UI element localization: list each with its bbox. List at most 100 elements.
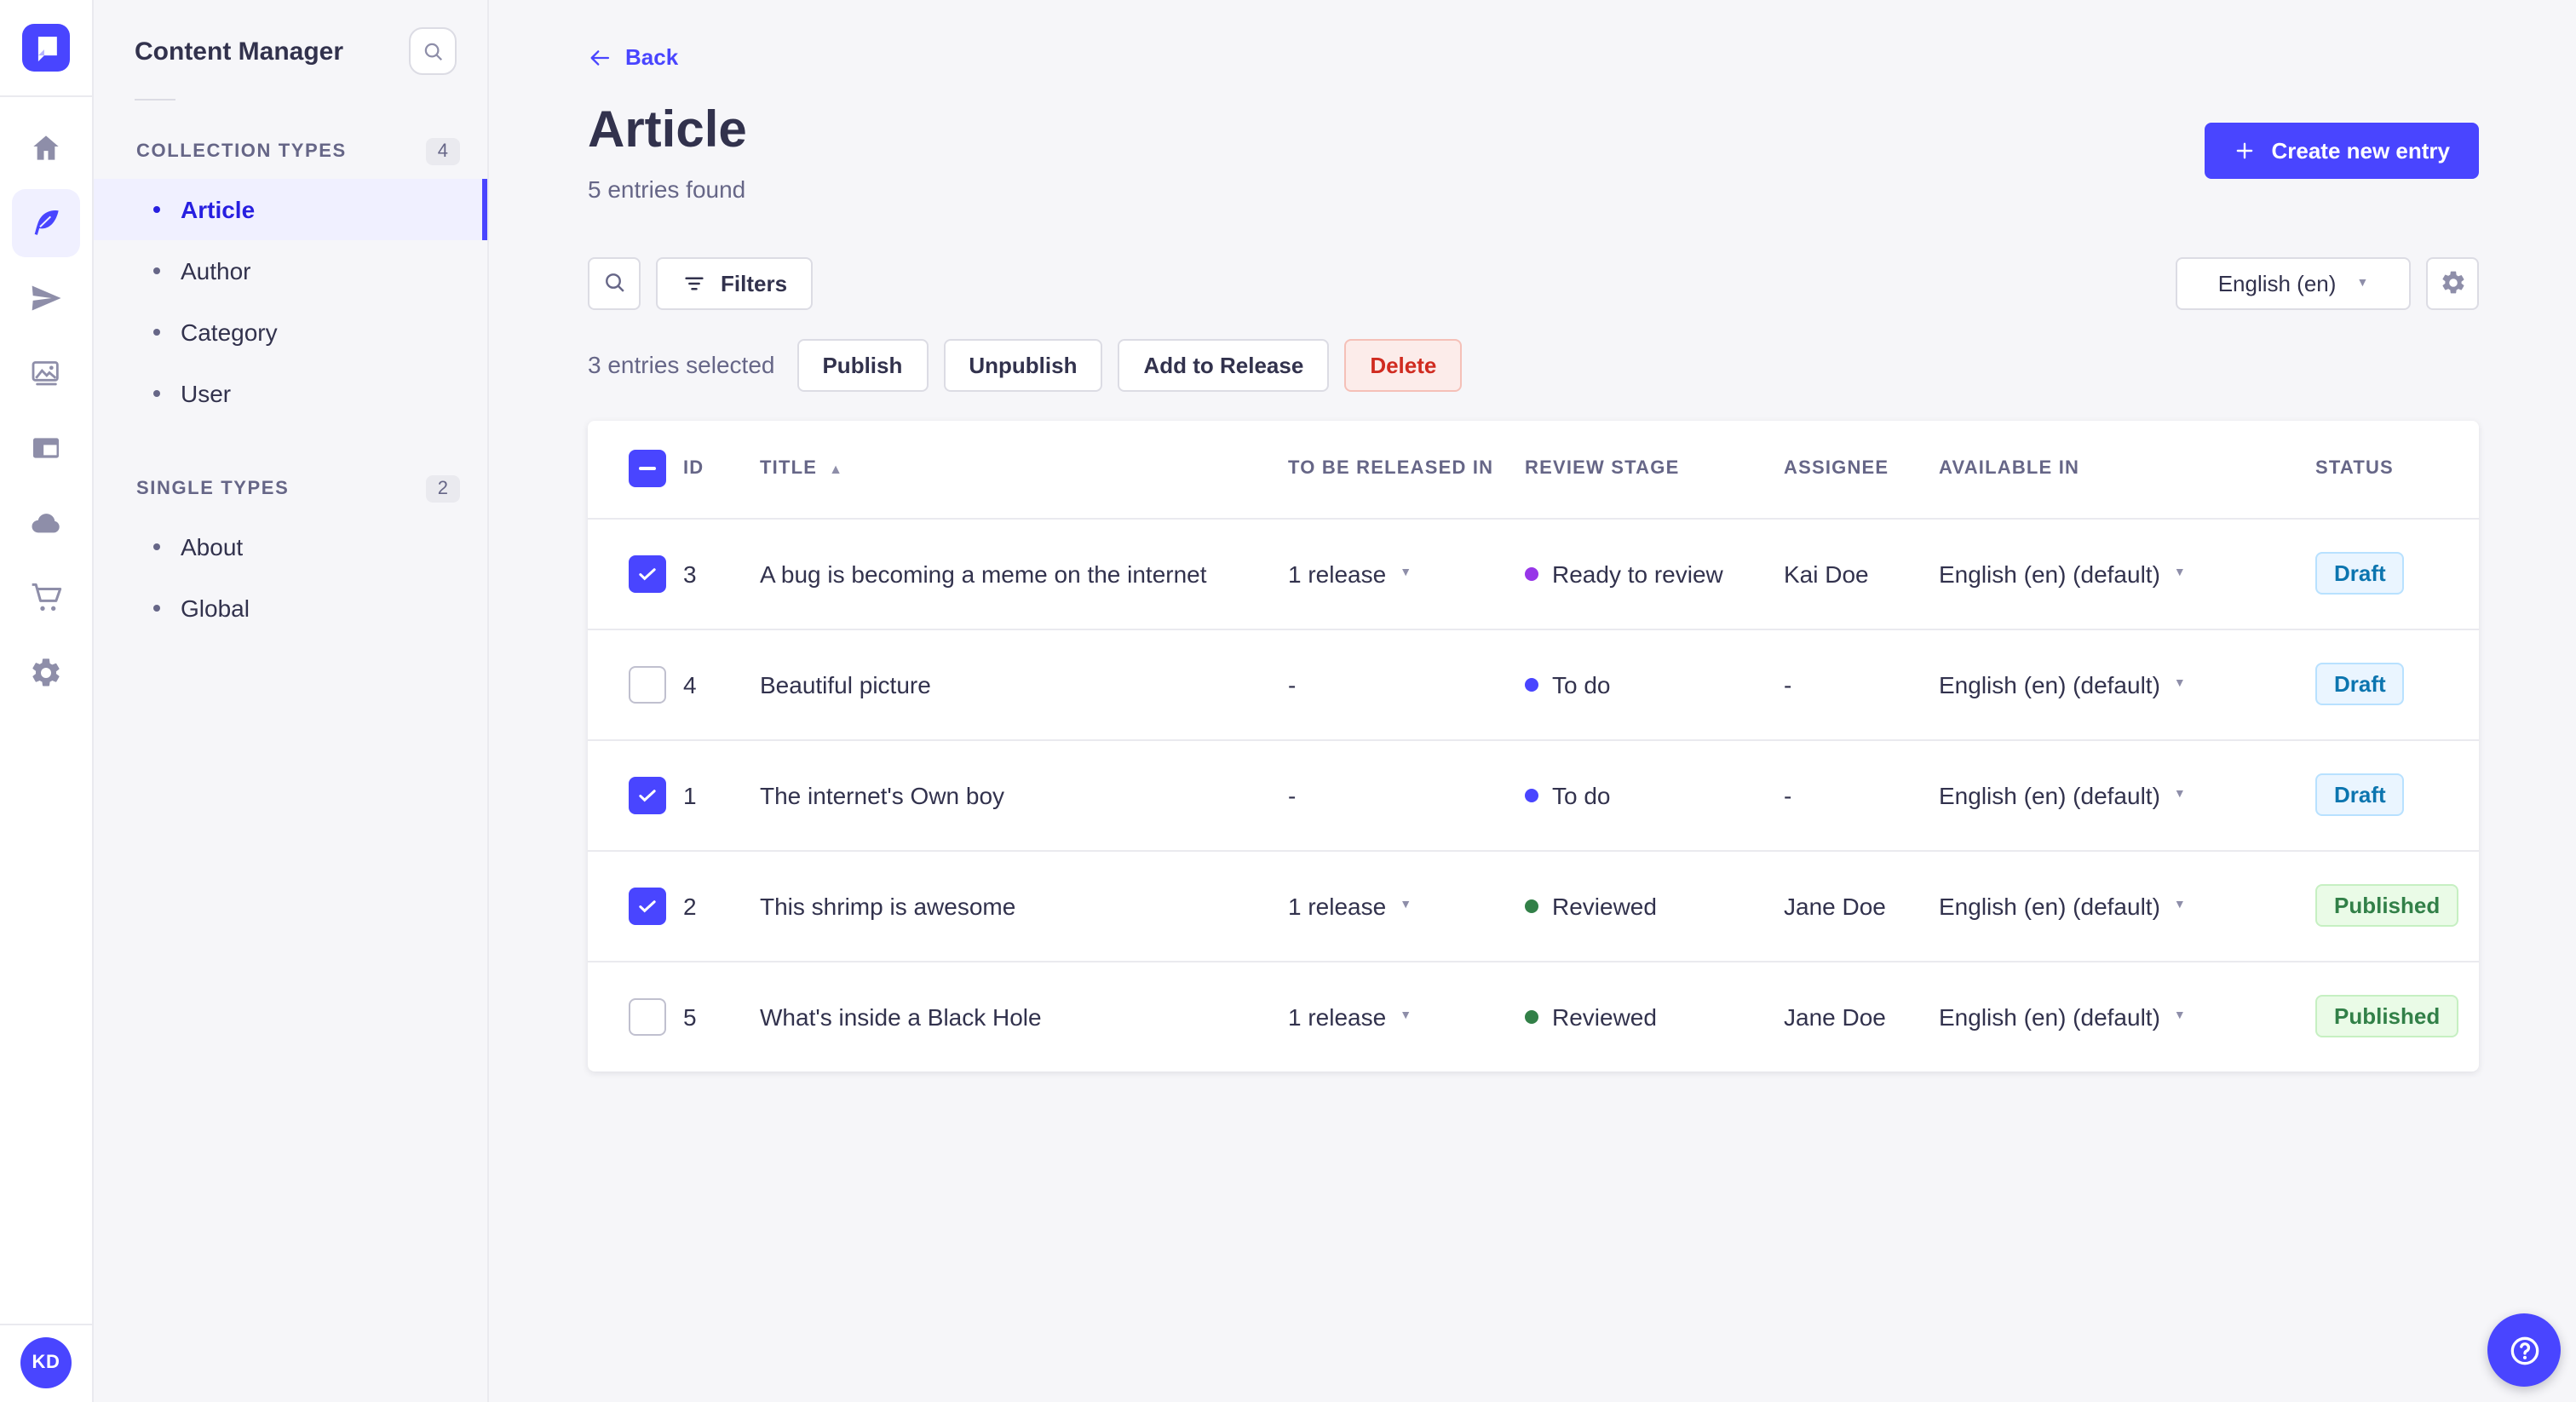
row-checkbox[interactable] bbox=[629, 887, 666, 924]
table-row[interactable]: 2 This shrimp is awesome 1 release ▼ Revi… bbox=[588, 849, 2479, 960]
nav-item-marketplace[interactable] bbox=[12, 564, 80, 632]
sort-asc-icon: ▲ bbox=[829, 461, 844, 476]
delete-button[interactable]: Delete bbox=[1344, 338, 1463, 391]
cell-available-in[interactable]: English (en) (default) ▼ bbox=[1939, 781, 2315, 808]
status-badge: Published bbox=[2315, 884, 2459, 927]
view-settings-button[interactable] bbox=[2426, 256, 2479, 309]
column-header-id[interactable]: ID bbox=[683, 458, 760, 479]
cart-icon bbox=[32, 583, 62, 611]
row-checkbox[interactable] bbox=[629, 665, 666, 703]
main-nav: KD bbox=[0, 0, 94, 1402]
sidebar-item-global[interactable]: Global bbox=[94, 577, 487, 639]
cell-id: 4 bbox=[683, 670, 697, 698]
nav-item-home[interactable] bbox=[12, 114, 80, 182]
subnav-title: Content Manager bbox=[135, 37, 344, 66]
search-button[interactable] bbox=[588, 256, 641, 309]
select-all-checkbox[interactable] bbox=[629, 450, 666, 487]
nav-item-send[interactable] bbox=[12, 264, 80, 332]
cell-release[interactable]: -▼ bbox=[1288, 781, 1525, 808]
nav-item-layout[interactable] bbox=[12, 414, 80, 482]
gear-icon bbox=[32, 658, 60, 687]
avatar[interactable]: KD bbox=[20, 1337, 72, 1388]
cell-assignee: Kai Doe bbox=[1784, 560, 1869, 587]
table-row[interactable]: 3 A bug is becoming a meme on the intern… bbox=[588, 517, 2479, 628]
cell-available-in[interactable]: English (en) (default) ▼ bbox=[1939, 670, 2315, 698]
table-row[interactable]: 4 Beautiful picture -▼ To do - English (… bbox=[588, 628, 2479, 738]
search-icon bbox=[423, 42, 442, 60]
nav-item-media-library[interactable] bbox=[12, 339, 80, 407]
layout-icon bbox=[33, 438, 59, 458]
cell-id: 3 bbox=[683, 560, 697, 587]
column-header-status[interactable]: STATUS bbox=[2315, 458, 2479, 479]
cloud-icon bbox=[32, 514, 60, 533]
cell-id: 2 bbox=[683, 892, 697, 919]
publish-button[interactable]: Publish bbox=[796, 338, 929, 391]
home-icon bbox=[33, 135, 59, 160]
check-icon bbox=[639, 899, 656, 912]
column-header-review-stage[interactable]: REVIEW STAGE bbox=[1525, 458, 1784, 479]
row-checkbox[interactable] bbox=[629, 997, 666, 1035]
sidebar-item-about[interactable]: About bbox=[94, 516, 487, 577]
cell-available-in[interactable]: English (en) (default) ▼ bbox=[1939, 892, 2315, 919]
cell-assignee: Jane Doe bbox=[1784, 892, 1886, 919]
column-header-available-in[interactable]: AVAILABLE IN bbox=[1939, 458, 2315, 479]
cell-available-in[interactable]: English (en) (default) ▼ bbox=[1939, 1003, 2315, 1030]
divider bbox=[135, 99, 175, 101]
cell-available-in[interactable]: English (en) (default) ▼ bbox=[1939, 560, 2315, 587]
cell-id: 1 bbox=[683, 781, 697, 808]
release-caret-icon: ▼ bbox=[1400, 899, 1412, 911]
nav-icon-list bbox=[12, 114, 80, 1324]
stage-dot bbox=[1525, 1009, 1538, 1023]
table-row[interactable]: 5 What's inside a Black Hole 1 release ▼ … bbox=[588, 960, 2479, 1071]
bullet-icon bbox=[153, 206, 160, 213]
cell-review-stage: Reviewed bbox=[1525, 892, 1784, 919]
help-button[interactable] bbox=[2487, 1313, 2561, 1387]
search-icon bbox=[605, 273, 624, 292]
table-row[interactable]: 1 The internet's Own boy -▼ To do - Engl… bbox=[588, 738, 2479, 849]
cell-release[interactable]: 1 release ▼ bbox=[1288, 1003, 1525, 1030]
column-header-to-be-released-in[interactable]: TO BE RELEASED IN bbox=[1288, 458, 1525, 479]
question-icon bbox=[2510, 1336, 2539, 1365]
column-header-title[interactable]: TITLE ▲ bbox=[760, 458, 1288, 479]
locale-caret-icon: ▼ bbox=[2173, 1010, 2186, 1022]
column-header-assignee[interactable]: ASSIGNEE bbox=[1784, 458, 1939, 479]
cell-release[interactable]: -▼ bbox=[1288, 670, 1525, 698]
plus-icon bbox=[2237, 141, 2253, 158]
app-logo-icon[interactable] bbox=[22, 24, 70, 72]
filters-button[interactable]: Filters bbox=[656, 256, 814, 309]
sidebar-item-article[interactable]: Article bbox=[94, 179, 487, 240]
back-link[interactable]: Back bbox=[588, 44, 678, 70]
table-header-row: ID TITLE ▲ TO BE RELEASED IN REVIEW STAG… bbox=[588, 420, 2479, 517]
status-badge: Draft bbox=[2315, 552, 2405, 595]
nav-item-settings[interactable] bbox=[12, 639, 80, 707]
collection-types-count-badge: 4 bbox=[425, 138, 460, 165]
status-badge: Draft bbox=[2315, 663, 2405, 705]
nav-item-cloud[interactable] bbox=[12, 489, 80, 557]
cell-review-stage: To do bbox=[1525, 781, 1784, 808]
cell-release[interactable]: 1 release ▼ bbox=[1288, 560, 1525, 587]
nav-item-content-manager[interactable] bbox=[12, 189, 80, 257]
cell-title: A bug is becoming a meme on the internet bbox=[760, 560, 1207, 587]
subnav-panel: Content Manager COLLECTION TYPES 4 Artic… bbox=[94, 0, 489, 1402]
row-checkbox[interactable] bbox=[629, 776, 666, 813]
create-new-entry-button[interactable]: Create new entry bbox=[2205, 122, 2479, 178]
bullet-icon bbox=[153, 543, 160, 550]
bullet-icon bbox=[153, 390, 160, 397]
single-types-count-badge: 2 bbox=[425, 475, 460, 503]
locale-select[interactable]: English (en) ▼ bbox=[2176, 256, 2411, 309]
subnav-search-button[interactable] bbox=[409, 27, 457, 75]
cell-review-stage: Reviewed bbox=[1525, 1003, 1784, 1030]
nav-bottom: KD bbox=[0, 1324, 92, 1402]
sidebar-item-user[interactable]: User bbox=[94, 363, 487, 424]
unpublish-button[interactable]: Unpublish bbox=[943, 338, 1103, 391]
minus-icon bbox=[639, 467, 656, 470]
cell-release[interactable]: 1 release ▼ bbox=[1288, 892, 1525, 919]
add-to-release-button[interactable]: Add to Release bbox=[1118, 338, 1330, 391]
feather-icon bbox=[34, 210, 59, 235]
row-checkbox[interactable] bbox=[629, 554, 666, 592]
locale-caret-icon: ▼ bbox=[2173, 789, 2186, 801]
sidebar-item-category[interactable]: Category bbox=[94, 302, 487, 363]
stage-dot bbox=[1525, 566, 1538, 580]
sidebar-item-author[interactable]: Author bbox=[94, 240, 487, 302]
status-badge: Draft bbox=[2315, 773, 2405, 816]
